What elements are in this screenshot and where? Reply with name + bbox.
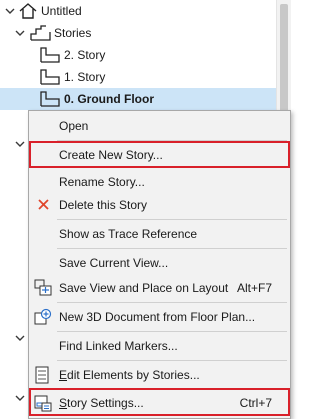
menu-item-label: Delete this Story bbox=[59, 198, 148, 212]
tree-root-label: Untitled bbox=[41, 4, 82, 18]
menu-item-rename-story[interactable]: Rename Story... bbox=[29, 170, 290, 194]
tree-row-story[interactable]: 1. Story bbox=[0, 66, 276, 88]
menu-item-open[interactable]: Open bbox=[29, 114, 290, 138]
save-view-layout-icon bbox=[33, 279, 53, 297]
menu-item-save-view-place-layout[interactable]: Save View and Place on Layout Alt+F7 bbox=[29, 276, 290, 300]
menu-item-new-3d-document[interactable]: New 3D Document from Floor Plan... bbox=[29, 305, 290, 329]
chevron-down-icon[interactable] bbox=[14, 332, 26, 344]
chevron-down-icon[interactable] bbox=[4, 5, 16, 17]
context-menu: Open Create New Story... Rename Story...… bbox=[28, 110, 291, 419]
menu-item-label: Show as Trace Reference bbox=[59, 227, 198, 241]
menu-separator bbox=[57, 360, 287, 361]
chevron-down-icon[interactable] bbox=[14, 27, 26, 39]
menu-item-label-rest: dit Elements by Stories... bbox=[67, 368, 200, 382]
menu-item-show-trace[interactable]: Show as Trace Reference bbox=[29, 222, 290, 246]
chevron-down-icon[interactable] bbox=[14, 392, 26, 404]
menu-item-find-linked-markers[interactable]: Find Linked Markers... bbox=[29, 334, 290, 358]
menu-item-label: Save View and Place on Layout bbox=[59, 281, 229, 295]
menu-item-label: Find Linked Markers... bbox=[59, 339, 178, 353]
highlight-box bbox=[29, 141, 290, 168]
tree-row-story[interactable]: 2. Story bbox=[0, 44, 276, 66]
tree-row-story-selected[interactable]: 0. Ground Floor bbox=[0, 88, 276, 110]
menu-separator bbox=[57, 331, 287, 332]
menu-item-delete-story[interactable]: Delete this Story bbox=[29, 193, 290, 217]
menu-item-label: Save Current View... bbox=[59, 256, 169, 270]
tree-row-root[interactable]: Untitled bbox=[0, 0, 276, 22]
tree-story-label: 0. Ground Floor bbox=[64, 92, 154, 106]
story-icon bbox=[40, 47, 60, 63]
menu-item-shortcut: Alt+F7 bbox=[236, 281, 272, 295]
menu-separator bbox=[57, 219, 287, 220]
menu-item-label: Rename Story... bbox=[59, 175, 145, 189]
edit-elements-stories-icon bbox=[33, 366, 53, 384]
tree-story-label: 2. Story bbox=[64, 48, 106, 62]
tree-stories-label: Stories bbox=[54, 26, 92, 40]
menu-separator bbox=[57, 302, 287, 303]
3d-document-icon bbox=[33, 308, 53, 326]
highlight-box bbox=[29, 388, 290, 416]
menu-item-label: Open bbox=[59, 119, 89, 133]
chevron-down-icon[interactable] bbox=[14, 138, 26, 150]
menu-item-label: Edit Elements by Stories... bbox=[59, 368, 200, 382]
house-icon bbox=[18, 3, 38, 19]
delete-x-icon bbox=[33, 196, 53, 214]
stories-folder-icon bbox=[30, 25, 51, 41]
story-icon bbox=[40, 91, 60, 107]
menu-item-save-current-view[interactable]: Save Current View... bbox=[29, 251, 290, 275]
menu-item-label: New 3D Document from Floor Plan... bbox=[59, 310, 256, 324]
tree-row-stories[interactable]: Stories bbox=[0, 22, 276, 44]
story-icon bbox=[40, 69, 60, 85]
scrollbar-thumb[interactable] bbox=[280, 4, 288, 124]
menu-item-edit-elements-by-stories[interactable]: Edit Elements by Stories... bbox=[29, 363, 290, 387]
menu-separator bbox=[57, 248, 287, 249]
tree-story-label: 1. Story bbox=[64, 70, 106, 84]
